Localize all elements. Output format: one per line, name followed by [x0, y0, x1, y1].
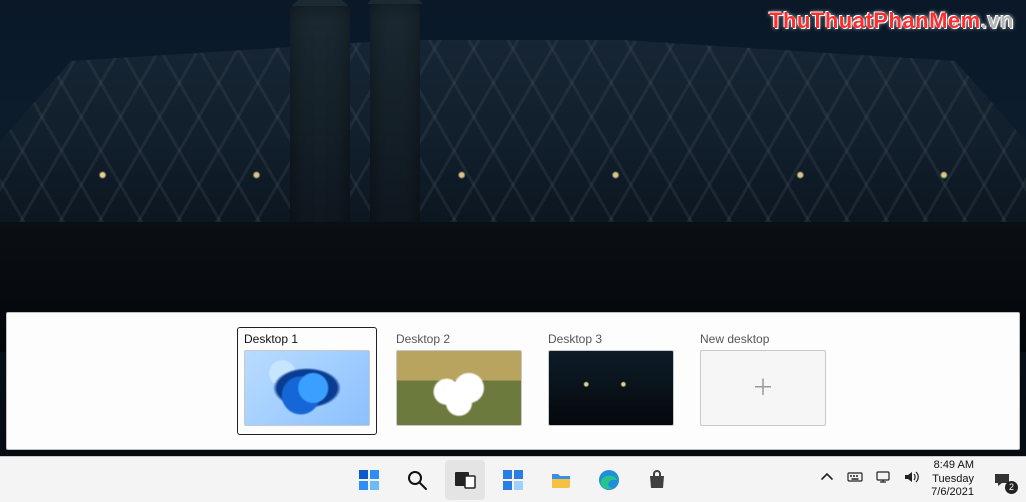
taskview-icon [453, 468, 477, 492]
search-button[interactable] [397, 460, 437, 500]
start-button[interactable] [349, 460, 389, 500]
input-indicator-button[interactable] [847, 469, 863, 490]
folder-icon [549, 468, 573, 492]
new-desktop-thumbnail: ＋ [700, 350, 826, 426]
watermark-text: ThuThuatPhanMem.vn [769, 8, 1014, 34]
task-view-button[interactable] [445, 460, 485, 500]
volume-icon [903, 469, 919, 485]
edge-button[interactable] [589, 460, 629, 500]
widgets-button[interactable] [493, 460, 533, 500]
widgets-icon [501, 468, 525, 492]
keyboard-icon [847, 469, 863, 485]
virtual-desktop-label: Desktop 2 [396, 332, 522, 346]
virtual-desktop-2[interactable]: Desktop 2 [389, 327, 529, 435]
watermark-main: ThuThuatPhanMem [769, 8, 981, 33]
file-explorer-button[interactable] [541, 460, 581, 500]
notification-center-button[interactable]: 2 [986, 464, 1018, 496]
virtual-desktop-thumbnail [244, 350, 370, 426]
plus-icon: ＋ [752, 377, 774, 399]
task-view-panel: Desktop 1 Desktop 2 Desktop 3 New deskto… [6, 312, 1020, 450]
clock-time: 8:49 AM [931, 459, 974, 473]
network-icon [875, 469, 891, 485]
volume-button[interactable] [903, 469, 919, 490]
edge-icon [597, 468, 621, 492]
virtual-desktop-1[interactable]: Desktop 1 [237, 327, 377, 435]
new-desktop-label: New desktop [700, 332, 826, 346]
watermark-suffix: .vn [981, 8, 1014, 33]
clock-date: 7/6/2021 [931, 486, 974, 500]
store-icon [645, 468, 669, 492]
virtual-desktop-thumbnail [548, 350, 674, 426]
windows-icon [357, 468, 381, 492]
notification-badge: 2 [1005, 481, 1018, 494]
network-button[interactable] [875, 469, 891, 490]
taskbar: 8:49 AM Tuesday 7/6/2021 2 [0, 456, 1026, 502]
system-tray: 8:49 AM Tuesday 7/6/2021 2 [819, 459, 1018, 500]
virtual-desktop-label: Desktop 3 [548, 332, 674, 346]
taskbar-center [349, 460, 677, 500]
virtual-desktop-thumbnail [396, 350, 522, 426]
virtual-desktop-3[interactable]: Desktop 3 [541, 327, 681, 435]
search-icon [405, 468, 429, 492]
chevron-up-icon [819, 469, 835, 485]
virtual-desktop-label: Desktop 1 [244, 332, 370, 346]
tray-overflow-button[interactable] [819, 469, 835, 490]
new-desktop-button[interactable]: New desktop ＋ [693, 327, 833, 435]
taskbar-clock[interactable]: 8:49 AM Tuesday 7/6/2021 [931, 459, 974, 500]
clock-day: Tuesday [931, 473, 974, 487]
store-button[interactable] [637, 460, 677, 500]
